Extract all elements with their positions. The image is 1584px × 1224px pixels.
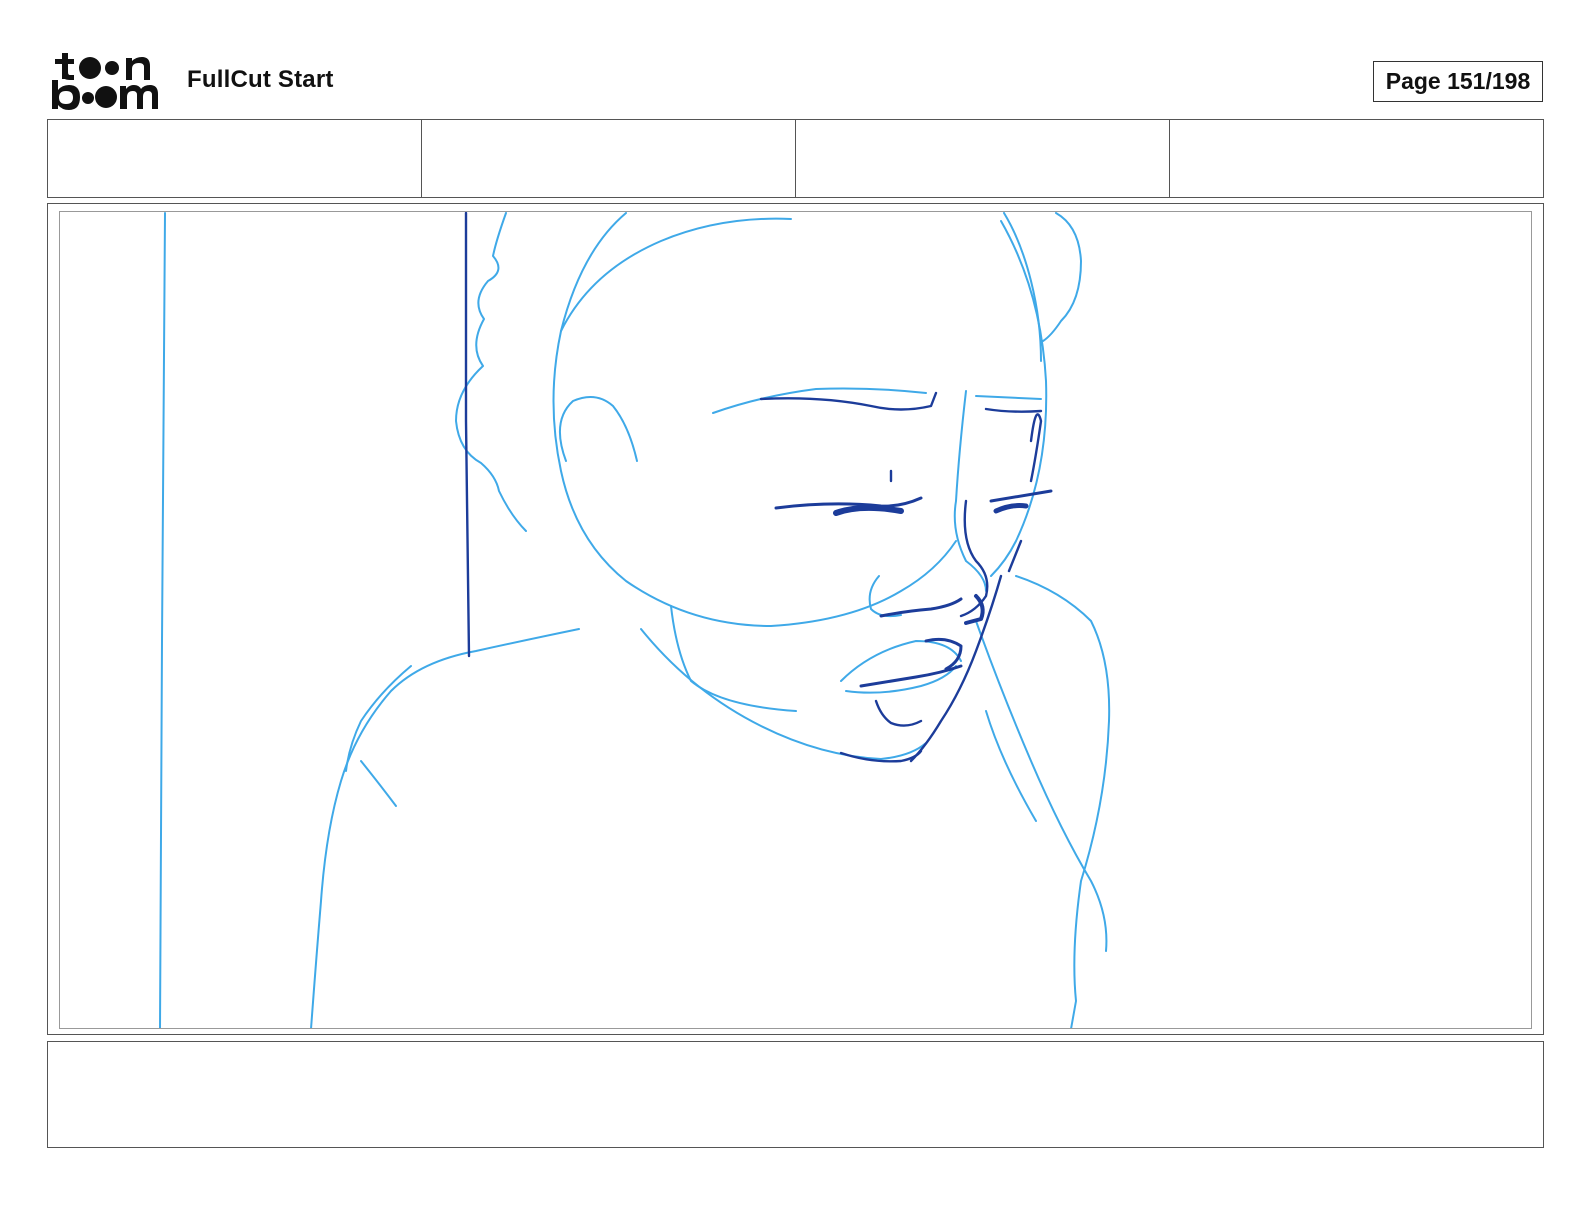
storyboard-panel [59, 211, 1532, 1029]
info-cell-4 [1170, 120, 1543, 197]
toonboom-logo-mark [52, 53, 158, 110]
info-cell-1 [48, 120, 422, 197]
info-cell-2 [422, 120, 796, 197]
document-title: FullCut Start [187, 66, 334, 93]
panel-notes-box [47, 1041, 1544, 1148]
page-counter: Page 151/198 [1373, 61, 1543, 102]
character-sketch [159, 212, 1111, 1028]
toonboom-logo [50, 50, 166, 112]
panel-info-row [47, 119, 1544, 198]
info-cell-3 [796, 120, 1170, 197]
